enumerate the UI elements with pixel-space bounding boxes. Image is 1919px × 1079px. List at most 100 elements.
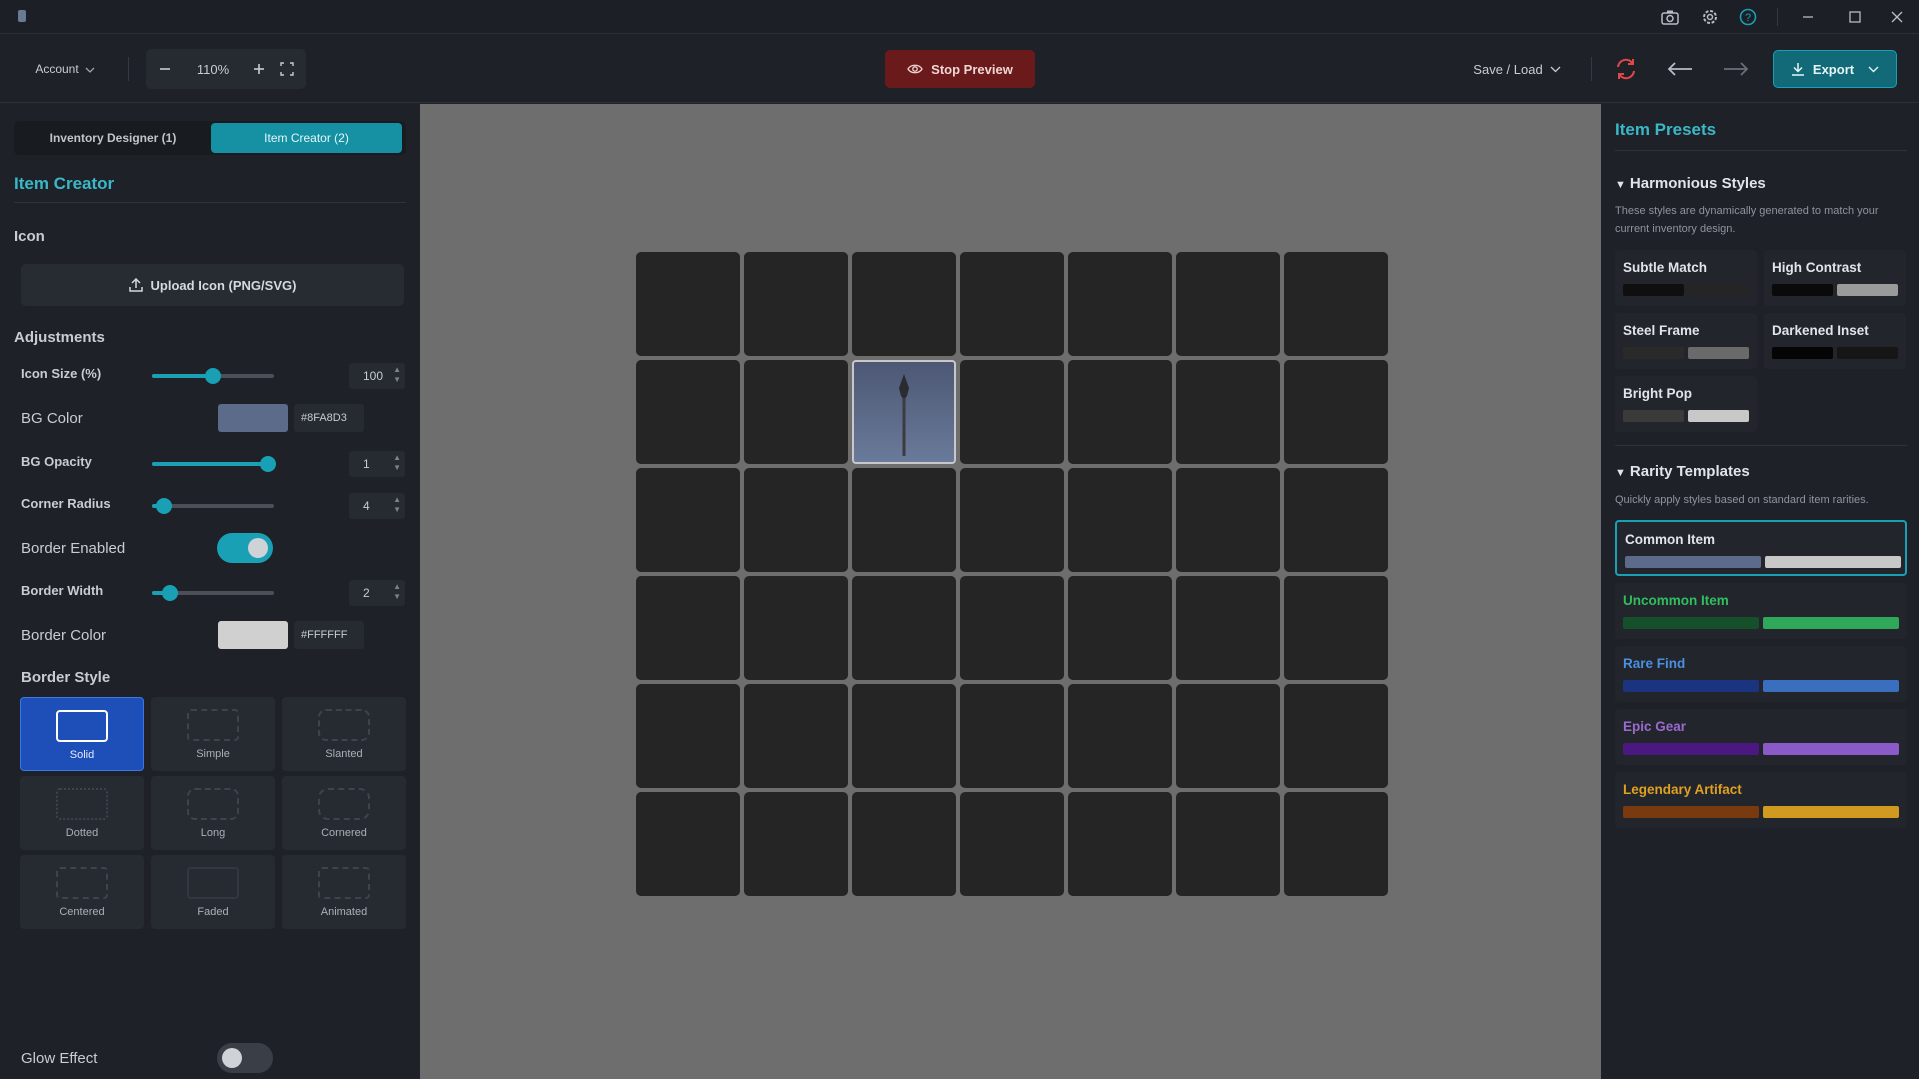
close-icon[interactable] (1885, 6, 1909, 28)
glow-effect-toggle[interactable] (217, 1043, 273, 1073)
rarity-template-card[interactable]: Common Item (1615, 520, 1907, 576)
inventory-slot[interactable] (852, 468, 956, 572)
save-load-dropdown[interactable]: Save / Load (1462, 55, 1572, 83)
harmonious-preset-card[interactable]: High Contrast (1764, 250, 1906, 306)
camera-icon[interactable] (1658, 6, 1682, 28)
rarity-template-card[interactable]: Legendary Artifact (1615, 772, 1907, 828)
inventory-slot[interactable] (1176, 360, 1280, 464)
inventory-slot[interactable] (1068, 684, 1172, 788)
border-width-slider[interactable] (152, 585, 274, 601)
stop-preview-button[interactable]: Stop Preview (885, 50, 1035, 88)
inventory-slot[interactable] (636, 684, 740, 788)
border-color-hex-input[interactable]: #FFFFFF (294, 621, 364, 649)
inventory-slot[interactable] (960, 576, 1064, 680)
stepper-arrows-icon[interactable]: ▲ ▼ (393, 365, 401, 385)
inventory-slot[interactable] (1068, 252, 1172, 356)
rarity-template-card[interactable]: Rare Find (1615, 646, 1907, 702)
inventory-slot[interactable] (744, 252, 848, 356)
reset-icon[interactable] (1612, 55, 1640, 83)
inventory-slot[interactable] (852, 576, 956, 680)
border-style-simple[interactable]: Simple (151, 697, 275, 771)
slider-handle[interactable] (205, 368, 221, 384)
border-style-dotted[interactable]: Dotted (20, 776, 144, 850)
border-enabled-toggle[interactable] (217, 533, 273, 563)
border-style-solid[interactable]: Solid (20, 697, 144, 771)
account-dropdown[interactable]: Account (24, 55, 106, 83)
upload-icon-button[interactable]: Upload Icon (PNG/SVG) (21, 264, 404, 306)
inventory-slot[interactable] (1284, 684, 1388, 788)
tab-item-creator[interactable]: Item Creator (2) (211, 123, 402, 153)
preview-canvas[interactable] (420, 104, 1601, 1079)
inventory-slot[interactable] (1068, 360, 1172, 464)
slider-handle[interactable] (162, 585, 179, 601)
inventory-slot[interactable] (1284, 252, 1388, 356)
fit-to-screen-icon[interactable] (276, 58, 298, 80)
bg-opacity-slider[interactable] (152, 456, 276, 472)
harmonious-styles-header[interactable]: ▼ Harmonious Styles (1615, 175, 1766, 192)
bg-opacity-input[interactable]: 1 ▲ ▼ (349, 451, 405, 477)
icon-size-input[interactable]: 100 ▲ ▼ (349, 363, 405, 389)
harmonious-preset-card[interactable]: Steel Frame (1615, 313, 1757, 369)
inventory-slot[interactable] (960, 684, 1064, 788)
border-color-swatch[interactable] (218, 621, 288, 649)
bg-color-swatch[interactable] (218, 404, 288, 432)
stepper-arrows-icon[interactable]: ▲ ▼ (393, 453, 401, 473)
inventory-slot[interactable] (852, 684, 956, 788)
rarity-template-card[interactable]: Epic Gear (1615, 709, 1907, 765)
rarity-template-card[interactable]: Uncommon Item (1615, 583, 1907, 639)
undo-arrow-icon[interactable] (1666, 55, 1694, 83)
inventory-slot[interactable] (1284, 360, 1388, 464)
inventory-slot[interactable] (960, 252, 1064, 356)
inventory-slot[interactable] (636, 252, 740, 356)
harmonious-preset-card[interactable]: Bright Pop (1615, 376, 1757, 432)
inventory-slot[interactable] (1284, 468, 1388, 572)
inventory-slot[interactable] (1284, 576, 1388, 680)
minimize-icon[interactable] (1796, 6, 1820, 28)
inventory-slot[interactable] (1176, 792, 1280, 896)
harmonious-preset-card[interactable]: Darkened Inset (1764, 313, 1906, 369)
bg-color-hex-input[interactable]: #8FA8D3 (294, 404, 364, 432)
inventory-slot[interactable] (744, 576, 848, 680)
slider-handle[interactable] (260, 456, 276, 472)
inventory-slot[interactable] (852, 252, 956, 356)
inventory-slot[interactable] (1176, 576, 1280, 680)
corner-radius-slider[interactable] (152, 498, 274, 514)
inventory-slot[interactable] (636, 792, 740, 896)
harmonious-preset-card[interactable]: Subtle Match (1615, 250, 1757, 306)
inventory-slot[interactable] (1068, 468, 1172, 572)
corner-radius-input[interactable]: 4 ▲ ▼ (349, 493, 405, 519)
settings-gear-icon[interactable] (1698, 6, 1722, 28)
stepper-arrows-icon[interactable]: ▲ ▼ (393, 582, 401, 602)
inventory-slot[interactable] (1176, 684, 1280, 788)
icon-size-slider[interactable] (152, 368, 274, 384)
inventory-slot-item[interactable] (852, 360, 956, 464)
border-style-long[interactable]: Long (151, 776, 275, 850)
inventory-slot[interactable] (636, 576, 740, 680)
inventory-slot[interactable] (744, 360, 848, 464)
inventory-slot[interactable] (1068, 792, 1172, 896)
inventory-slot[interactable] (744, 684, 848, 788)
border-style-cornered[interactable]: Cornered (282, 776, 406, 850)
inventory-slot[interactable] (744, 468, 848, 572)
border-style-centered[interactable]: Centered (20, 855, 144, 929)
tab-inventory-designer[interactable]: Inventory Designer (1) (18, 123, 208, 153)
inventory-slot[interactable] (1068, 576, 1172, 680)
border-style-animated[interactable]: Animated (282, 855, 406, 929)
zoom-out-icon[interactable] (154, 58, 176, 80)
export-button[interactable]: Export (1773, 50, 1897, 88)
border-style-faded[interactable]: Faded (151, 855, 275, 929)
help-icon[interactable]: ? (1736, 6, 1760, 28)
inventory-slot[interactable] (960, 792, 1064, 896)
slider-handle[interactable] (156, 498, 173, 514)
border-style-slanted[interactable]: Slanted (282, 697, 406, 771)
zoom-in-icon[interactable] (248, 58, 270, 80)
inventory-slot[interactable] (636, 468, 740, 572)
inventory-slot[interactable] (960, 360, 1064, 464)
inventory-slot[interactable] (1284, 792, 1388, 896)
border-width-input[interactable]: 2 ▲ ▼ (349, 580, 405, 606)
inventory-slot[interactable] (1176, 468, 1280, 572)
maximize-icon[interactable] (1843, 6, 1867, 28)
inventory-slot[interactable] (744, 792, 848, 896)
stepper-arrows-icon[interactable]: ▲ ▼ (393, 495, 401, 515)
inventory-slot[interactable] (636, 360, 740, 464)
